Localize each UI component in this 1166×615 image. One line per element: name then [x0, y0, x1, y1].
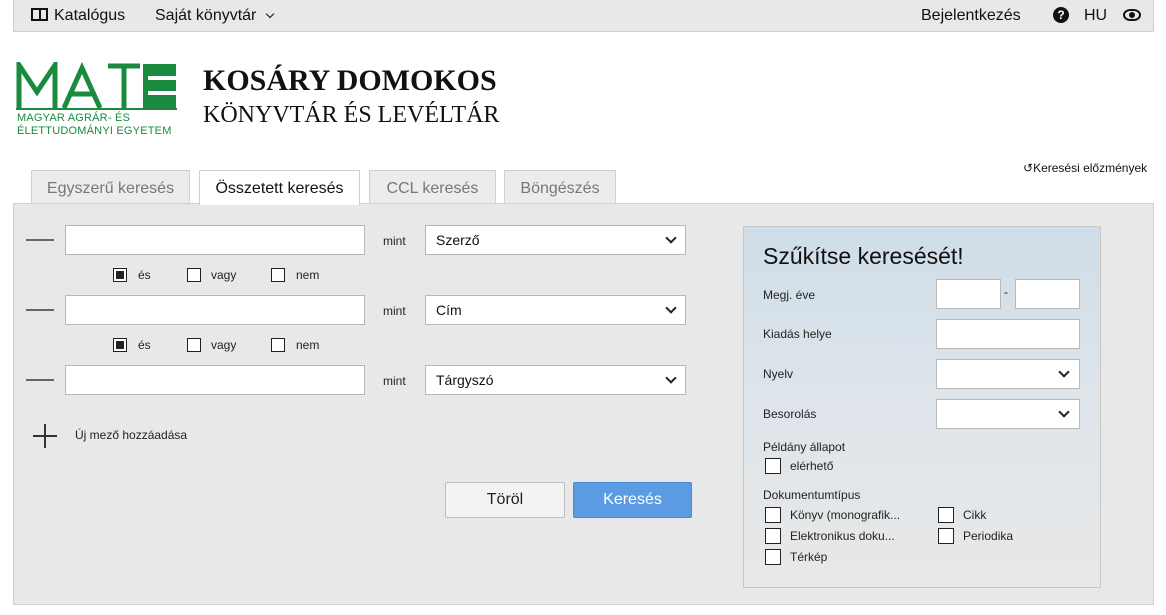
- login-link[interactable]: Bejelentkezés: [921, 0, 1021, 32]
- tab-advanced-search[interactable]: Összetett keresés: [199, 170, 360, 205]
- field-select[interactable]: Cím: [425, 295, 686, 325]
- add-field-link[interactable]: Új mező hozzáadása: [75, 428, 187, 442]
- field-select-value: Szerző: [436, 232, 480, 248]
- doctype-label-map: Térkép: [790, 550, 828, 564]
- search-button[interactable]: Keresés: [573, 482, 692, 518]
- doctype-checkbox-periodical[interactable]: [938, 528, 954, 544]
- copy-status-label: Példány állapot: [763, 440, 846, 454]
- doctype-label-article: Cikk: [963, 508, 987, 522]
- available-label: elérhető: [790, 459, 834, 473]
- operator-or-label: vagy: [211, 268, 237, 282]
- place-label: Kiadás helye: [763, 327, 832, 341]
- available-checkbox[interactable]: [765, 458, 781, 474]
- as-label: mint: [383, 234, 406, 248]
- field-select-value: Cím: [436, 302, 462, 318]
- library-title: KOSÁRY DOMOKOS: [203, 64, 497, 97]
- year-label: Megj. éve: [763, 288, 816, 302]
- doctype-label-book: Könyv (monografik...: [790, 508, 901, 522]
- operator-and-checkbox[interactable]: [113, 268, 127, 282]
- document-type-label: Dokumentumtípus: [763, 488, 861, 502]
- doctype-label-electronic: Elektronikus doku...: [790, 529, 895, 543]
- my-library-menu[interactable]: Saját könyvtár: [155, 0, 275, 32]
- year-separator: -: [1004, 285, 1008, 299]
- tab-browse[interactable]: Böngészés: [504, 170, 616, 204]
- history-icon: ↺: [1023, 161, 1034, 175]
- operator-and-checkbox[interactable]: [113, 338, 127, 352]
- operator-and-label: és: [138, 268, 151, 282]
- doctype-label-periodical: Periodika: [963, 529, 1014, 543]
- my-library-label: Saját könyvtár: [155, 7, 257, 24]
- library-subtitle: KÖNYVTÁR ÉS LEVÉLTÁR: [203, 102, 500, 128]
- doctype-checkbox-book[interactable]: [765, 507, 781, 523]
- remove-row-handle[interactable]: [26, 379, 54, 381]
- field-select[interactable]: Tárgyszó: [425, 365, 686, 395]
- classification-select[interactable]: [936, 399, 1080, 429]
- tab-ccl-search[interactable]: CCL keresés: [369, 170, 496, 204]
- tab-simple-search[interactable]: Egyszerű keresés: [31, 170, 190, 204]
- eye-icon[interactable]: [1123, 9, 1141, 21]
- as-label: mint: [383, 374, 406, 388]
- operator-or-label: vagy: [211, 338, 237, 352]
- top-bar: Katalógus Saját könyvtár Bejelentkezés ?…: [13, 0, 1154, 32]
- search-term-input[interactable]: [65, 225, 365, 255]
- doctype-checkbox-map[interactable]: [765, 549, 781, 565]
- doctype-checkbox-article[interactable]: [938, 507, 954, 523]
- place-input[interactable]: [936, 319, 1080, 349]
- search-history-label: Keresési előzmények: [1033, 161, 1148, 175]
- chevron-down-icon: [665, 372, 677, 384]
- logo-line-1: MAGYAR AGRÁR- ÉS: [17, 112, 131, 124]
- language-label: Nyelv: [763, 367, 794, 381]
- remove-row-handle[interactable]: [26, 239, 54, 241]
- plus-icon[interactable]: [33, 424, 57, 448]
- language-select[interactable]: [936, 359, 1080, 389]
- year-to-input[interactable]: [1015, 279, 1080, 309]
- operator-not-checkbox[interactable]: [271, 338, 285, 352]
- remove-row-handle[interactable]: [26, 309, 54, 311]
- year-from-input[interactable]: [936, 279, 1001, 309]
- refine-title: Szűkítse keresését!: [763, 243, 964, 269]
- search-history-link[interactable]: ↺Keresési előzmények: [1023, 161, 1147, 175]
- operator-not-label: nem: [296, 338, 320, 352]
- mate-logo: MAGYAR AGRÁR- ÉS ÉLETTUDOMÁNYI EGYETEM: [16, 62, 178, 140]
- chevron-down-icon: [665, 302, 677, 314]
- operator-or-checkbox[interactable]: [187, 338, 201, 352]
- as-label: mint: [383, 304, 406, 318]
- chevron-down-icon: [665, 232, 677, 244]
- operator-or-checkbox[interactable]: [187, 268, 201, 282]
- clear-button[interactable]: Töröl: [445, 482, 565, 518]
- logo-line-2: ÉLETTUDOMÁNYI EGYETEM: [17, 125, 172, 137]
- chevron-down-icon: [265, 9, 275, 19]
- mate-logo-mark: [16, 62, 177, 110]
- book-icon: [31, 8, 48, 21]
- search-term-input[interactable]: [65, 295, 365, 325]
- catalog-label: Katalógus: [54, 7, 126, 24]
- chevron-down-icon: [1058, 366, 1070, 378]
- search-term-input[interactable]: [65, 365, 365, 395]
- classification-label: Besorolás: [763, 407, 817, 421]
- operator-not-checkbox[interactable]: [271, 268, 285, 282]
- catalog-link[interactable]: Katalógus: [31, 0, 125, 32]
- field-select-value: Tárgyszó: [436, 372, 494, 388]
- help-icon[interactable]: ?: [1053, 7, 1069, 23]
- operator-and-label: és: [138, 338, 151, 352]
- chevron-down-icon: [1058, 406, 1070, 418]
- operator-not-label: nem: [296, 268, 320, 282]
- doctype-checkbox-electronic[interactable]: [765, 528, 781, 544]
- field-select[interactable]: Szerző: [425, 225, 686, 255]
- language-selector[interactable]: HU: [1084, 0, 1107, 32]
